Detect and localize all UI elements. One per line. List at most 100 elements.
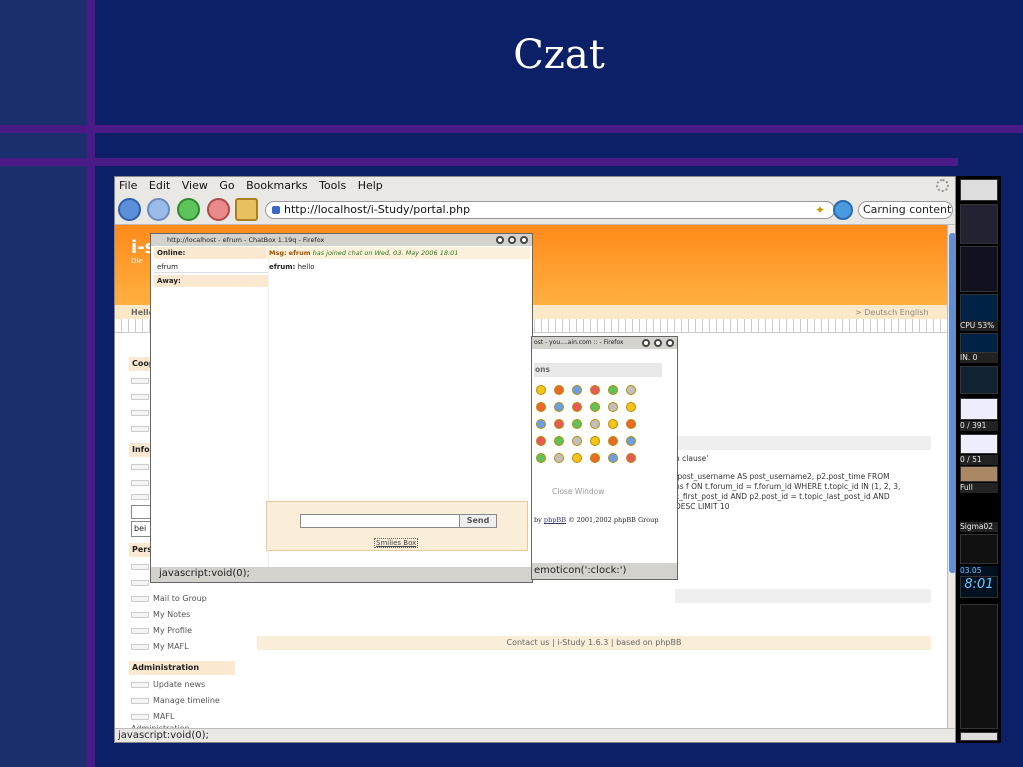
dock-app-icon[interactable]	[960, 366, 998, 394]
clock-display: 8:01	[960, 576, 998, 598]
chat-input[interactable]	[300, 514, 460, 528]
close-icon[interactable]	[520, 236, 528, 244]
emoticon-icon[interactable]	[590, 419, 600, 429]
msg-user: efrum	[288, 249, 311, 257]
menu-bookmarks[interactable]: Bookmarks	[246, 177, 307, 195]
url-text: http://localhost/i-Study/portal.php	[284, 203, 471, 216]
emoticon-icon[interactable]	[554, 453, 564, 463]
menu-edit[interactable]: Edit	[149, 177, 170, 195]
emoticon-icon[interactable]	[626, 453, 636, 463]
logo-subtext: Die	[131, 257, 143, 265]
emoticon-icon[interactable]	[590, 453, 600, 463]
emoticon-icon[interactable]	[554, 402, 564, 412]
battery-icon	[960, 466, 998, 482]
emoticon-icon[interactable]	[536, 419, 546, 429]
online-header: Online:	[154, 247, 268, 259]
system-message: Msg: efrum has joined chat on Wed, 03. M…	[266, 247, 530, 259]
throbber-icon	[936, 179, 949, 192]
search-input[interactable]: Carning content	[858, 201, 953, 219]
menu-item-my-mafl[interactable]: My MAFL	[131, 641, 235, 653]
mail-count-2: 0 / 51	[960, 455, 998, 465]
menu-item-my-profile[interactable]: My Profile	[131, 625, 235, 637]
emoticon-icon[interactable]	[590, 402, 600, 412]
emoticon-icon[interactable]	[626, 402, 636, 412]
chat-status-bar: javascript:void(0);	[151, 567, 532, 582]
phpbb-link[interactable]: phpBB	[544, 516, 566, 524]
slide-divider-top	[0, 125, 1023, 133]
minimize-icon[interactable]	[642, 339, 650, 347]
forward-button[interactable]	[147, 198, 170, 221]
reload-button[interactable]	[177, 198, 200, 221]
emoticon-icon[interactable]	[608, 453, 618, 463]
emoticon-icon[interactable]	[536, 436, 546, 446]
dock-app-icon[interactable]	[960, 246, 998, 292]
chat-message-text: hello	[297, 263, 315, 271]
go-button[interactable]	[833, 200, 853, 220]
emoticon-icon[interactable]	[590, 436, 600, 446]
emoticon-grid	[536, 385, 646, 471]
sql-line: .post_username AS post_username2, p2.pos…	[675, 472, 890, 481]
credit-suffix: © 2001,2002 phpBB Group	[568, 516, 659, 524]
close-window-link[interactable]: Close Window	[552, 487, 604, 496]
online-user[interactable]: efrum	[154, 261, 268, 273]
mail-icon[interactable]	[960, 434, 998, 454]
emoticon-icon[interactable]	[554, 436, 564, 446]
maximize-icon[interactable]	[508, 236, 516, 244]
emoticon-icon[interactable]	[572, 436, 582, 446]
back-button[interactable]	[118, 198, 141, 221]
smilies-box-link[interactable]: Smilies Box	[374, 538, 419, 548]
menu-go[interactable]: Go	[219, 177, 234, 195]
slide-vertical-bar	[87, 0, 95, 767]
emoticon-icon[interactable]	[572, 419, 582, 429]
emoticon-icon[interactable]	[608, 385, 618, 395]
emoticon-icon[interactable]	[536, 385, 546, 395]
dock-app-icon[interactable]	[960, 179, 998, 201]
emoticon-icon[interactable]	[536, 453, 546, 463]
send-button[interactable]: Send	[459, 514, 497, 528]
scrollbar-thumb[interactable]	[949, 233, 955, 573]
emoticon-icon[interactable]	[572, 402, 582, 412]
emoticon-icon[interactable]	[626, 436, 636, 446]
home-button[interactable]	[235, 198, 258, 221]
minimize-icon[interactable]	[496, 236, 504, 244]
maximize-icon[interactable]	[654, 339, 662, 347]
slide-divider-bottom	[0, 158, 958, 166]
content-bar	[675, 589, 931, 603]
emoticon-icon[interactable]	[608, 419, 618, 429]
emoticon-icon[interactable]	[536, 402, 546, 412]
emoticon-icon[interactable]	[572, 453, 582, 463]
content-bar	[675, 436, 931, 450]
emoticon-icon[interactable]	[590, 385, 600, 395]
page-scrollbar[interactable]	[947, 225, 955, 728]
close-icon[interactable]	[666, 339, 674, 347]
address-bar[interactable]: http://localhost/i-Study/portal.php	[265, 201, 835, 219]
slide-title: Czat	[513, 32, 605, 78]
menu-help[interactable]: Help	[358, 177, 383, 195]
menu-view[interactable]: View	[182, 177, 208, 195]
dock-app-icon[interactable]	[960, 732, 998, 741]
menu-item-update-news[interactable]: Update news	[131, 679, 235, 691]
menu-item-my-notes[interactable]: My Notes	[131, 609, 235, 621]
emoticon-icon[interactable]	[608, 402, 618, 412]
stop-button[interactable]	[207, 198, 230, 221]
chat-message-user: efrum:	[269, 263, 296, 271]
emoticon-icon[interactable]	[554, 385, 564, 395]
sql-line: ns f ON t.forum_id = f.forum_id WHERE t.…	[675, 482, 901, 491]
emoticon-icon[interactable]	[626, 419, 636, 429]
bookmark-icon[interactable]: ✦	[815, 203, 825, 217]
menu-file[interactable]: File	[119, 177, 137, 195]
menu-item-manage-timeline[interactable]: Manage timeline	[131, 695, 235, 707]
emoticon-icon[interactable]	[608, 436, 618, 446]
mail-icon[interactable]	[960, 398, 998, 420]
emoticon-icon[interactable]	[626, 385, 636, 395]
dock-app-icon[interactable]	[960, 204, 998, 244]
emoticons-header: ons	[534, 363, 662, 377]
away-header: Away:	[154, 275, 268, 287]
menu-item-mafl-administration[interactable]: MAFL Administration	[131, 711, 235, 728]
emoticon-icon[interactable]	[554, 419, 564, 429]
menu-item-mail-to-group[interactable]: Mail to Group	[131, 593, 235, 605]
language-links[interactable]: > Deutsch English	[855, 308, 929, 317]
menu-bar: File Edit View Go Bookmarks Tools Help	[115, 177, 955, 195]
menu-tools[interactable]: Tools	[319, 177, 346, 195]
emoticon-icon[interactable]	[572, 385, 582, 395]
